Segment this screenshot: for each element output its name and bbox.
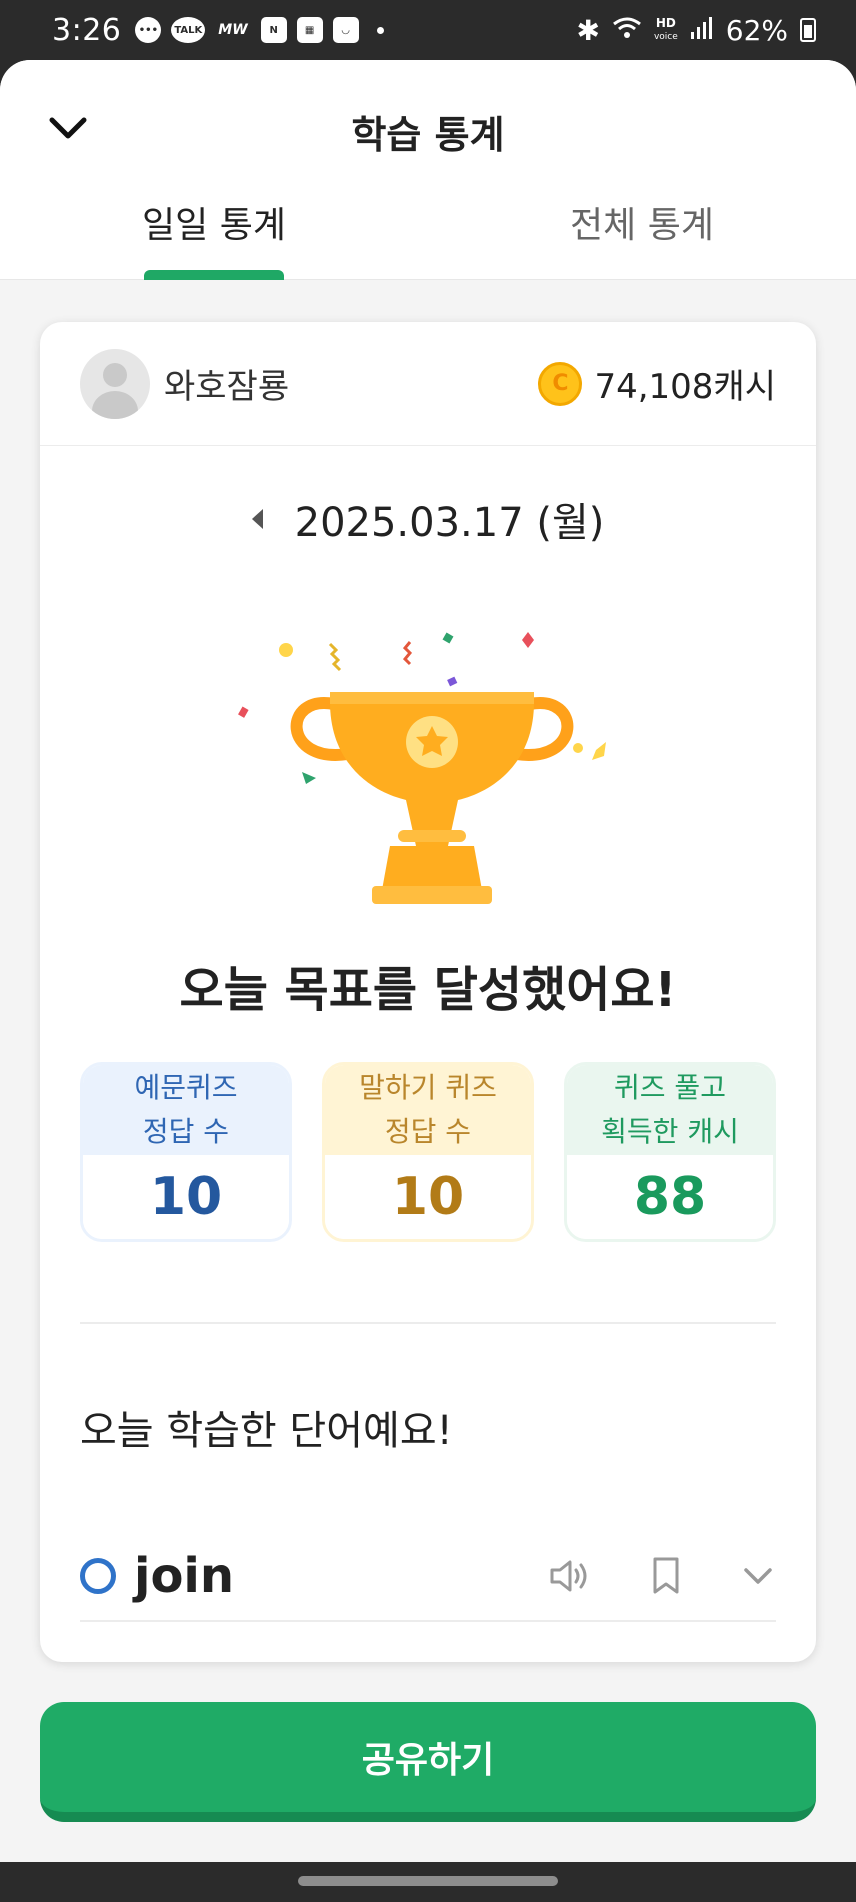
circle-icon — [80, 1558, 116, 1594]
status-bar: 3:26 ••• TALK MW N ▦ ◡ ✱ HD voice 62% — [0, 0, 856, 60]
word-actions — [548, 1556, 776, 1596]
chevron-down-icon[interactable] — [740, 1558, 776, 1594]
sentence-quiz-stat: 예문퀴즈 정답 수 10 — [80, 1062, 292, 1242]
stat-label: 예문퀴즈 정답 수 — [83, 1065, 289, 1155]
talk-icon: TALK — [171, 17, 206, 43]
speaker-icon[interactable] — [548, 1556, 592, 1596]
speaking-quiz-stat: 말하기 퀴즈 정답 수 10 — [322, 1062, 534, 1242]
stat-value: 10 — [325, 1155, 531, 1239]
battery-percent: 62% — [725, 13, 788, 47]
battery-icon — [800, 18, 816, 42]
word-item[interactable]: join — [80, 1532, 776, 1622]
tab-total-stats[interactable]: 전체 통계 — [428, 190, 856, 280]
username: 와호잠룡 — [164, 367, 290, 407]
stat-label: 퀴즈 풀고 획득한 캐시 — [567, 1065, 773, 1155]
mw-icon: MW — [218, 22, 248, 38]
profile-row: 와호잠룡 C 74,108캐시 — [40, 322, 816, 446]
stats-card: 와호잠룡 C 74,108캐시 2025.03.17 (월) 오늘 목표를 달성… — [40, 322, 816, 1662]
page-title: 학습 통계 — [351, 113, 505, 157]
navigation-bar — [0, 1862, 856, 1902]
cash-balance: C 74,108캐시 — [538, 359, 776, 408]
notion-icon: N — [260, 17, 287, 43]
bluetooth-icon: ✱ — [576, 13, 600, 47]
wifi-icon — [612, 14, 642, 47]
system-icons: ✱ HD voice 62% — [576, 14, 816, 47]
baemin-icon: ◡ — [332, 17, 359, 43]
word-text: join — [134, 1548, 235, 1604]
widget-icon: ▦ — [296, 17, 323, 43]
date-navigator: 2025.03.17 (월) — [40, 490, 816, 548]
home-handle[interactable] — [298, 1876, 558, 1886]
goal-achieved-message: 오늘 목표를 달성했어요! — [179, 962, 677, 1018]
tab-bar: 일일 통계 전체 통계 — [0, 190, 856, 280]
signal-icon — [690, 14, 714, 47]
share-button[interactable]: 공유하기 — [40, 1702, 816, 1822]
current-date: 2025.03.17 (월) — [294, 500, 605, 546]
coin-icon: C — [538, 361, 583, 406]
stat-value: 88 — [567, 1155, 773, 1239]
hd-voice-icon: HD voice — [653, 16, 678, 42]
header: 학습 통계 일일 통계 전체 통계 — [0, 60, 856, 280]
more-notifications-dot — [376, 26, 384, 34]
earned-cash-stat: 퀴즈 풀고 획득한 캐시 88 — [564, 1062, 776, 1242]
chat-icon: ••• — [135, 17, 162, 43]
divider — [80, 1322, 776, 1324]
tab-daily-stats[interactable]: 일일 통계 — [0, 190, 428, 280]
previous-date-arrow-icon[interactable] — [251, 509, 263, 529]
bookmark-icon[interactable] — [650, 1556, 682, 1596]
avatar — [80, 348, 150, 419]
cash-amount: 74,108캐시 — [594, 367, 776, 407]
learned-words-title: 오늘 학습한 단어예요! — [80, 1408, 453, 1454]
trophy-illustration — [238, 632, 606, 904]
notification-icons: ••• TALK MW N ▦ ◡ — [135, 17, 384, 43]
stats-summary: 예문퀴즈 정답 수 10 말하기 퀴즈 정답 수 10 퀴즈 풀고 획득한 캐시 88 — [80, 1062, 776, 1242]
status-time: 3:26 — [52, 12, 122, 48]
stat-label: 말하기 퀴즈 정답 수 — [325, 1065, 531, 1155]
app-sheet: 학습 통계 일일 통계 전체 통계 와호잠룡 C 74,108캐시 2025.0… — [0, 60, 856, 1862]
stat-value: 10 — [83, 1155, 289, 1239]
